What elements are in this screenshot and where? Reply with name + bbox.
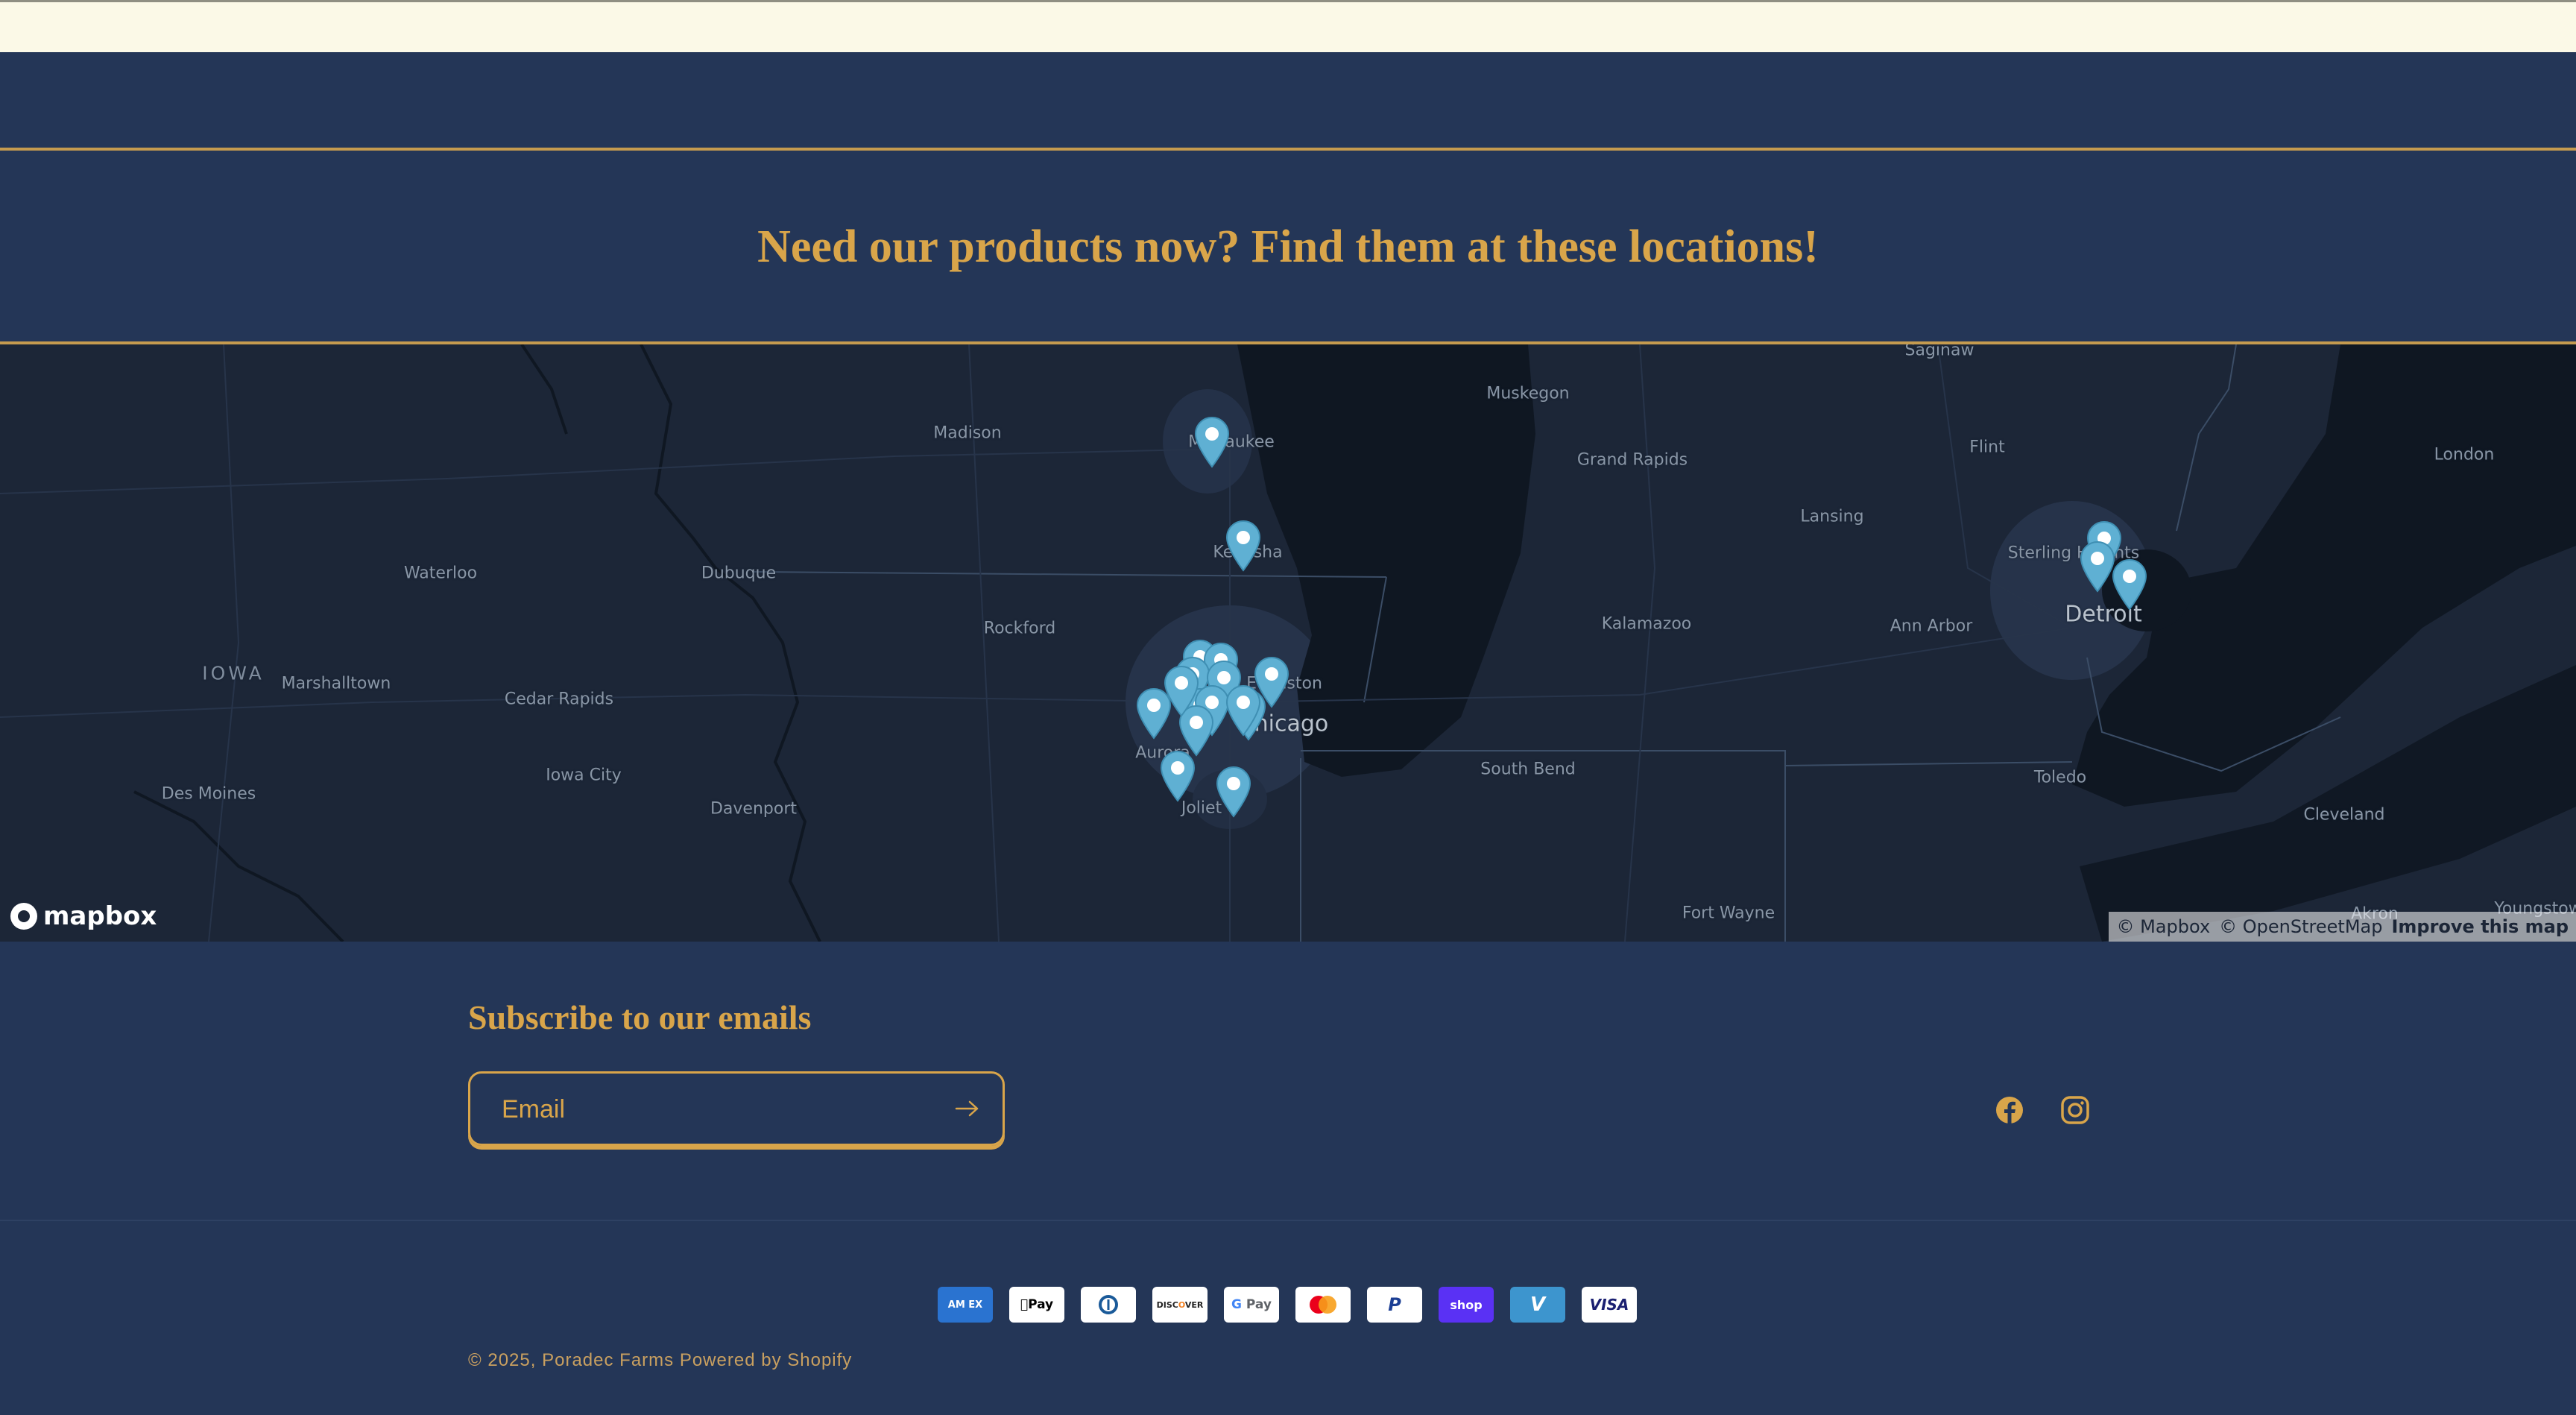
facebook-link[interactable] — [1993, 1094, 2026, 1126]
map-label: Waterloo — [403, 564, 478, 583]
mapbox-logo[interactable]: mapbox — [10, 901, 157, 931]
map-label: Flint — [1969, 438, 2005, 457]
location-pin[interactable] — [1214, 766, 1253, 818]
store-name-link[interactable]: Poradec Farms — [542, 1350, 674, 1370]
map-label: Dubuque — [701, 564, 777, 583]
map-pin-icon — [2112, 559, 2147, 611]
map-attribution: © Mapbox © OpenStreetMap Improve this ma… — [2109, 912, 2576, 942]
map-label: Des Moines — [161, 784, 256, 804]
map-label: London — [2434, 445, 2495, 464]
facebook-icon — [1996, 1097, 2023, 1124]
location-pin[interactable] — [1224, 684, 1263, 737]
map-label: Iowa City — [546, 766, 622, 785]
map-label: South Bend — [1480, 760, 1576, 779]
email-form — [468, 1071, 1005, 1146]
location-pin[interactable] — [1224, 520, 1263, 572]
map-pin-icon — [1225, 685, 1261, 737]
email-input[interactable] — [500, 1074, 921, 1145]
map-pin-icon — [1164, 666, 1199, 717]
map-pin-icon — [1160, 751, 1196, 802]
venmo-icon: V — [1510, 1287, 1565, 1323]
copyright: © 2025, Poradec Farms Powered by Shopify — [468, 1350, 853, 1370]
mastercard-icon — [1295, 1287, 1351, 1323]
map-label: Marshalltown — [281, 674, 391, 693]
instagram-icon — [2061, 1096, 2089, 1124]
google-pay-icon: G Pay — [1224, 1287, 1279, 1323]
powered-by-shopify-link[interactable]: Powered by Shopify — [680, 1350, 852, 1370]
apple-pay-icon: Pay — [1009, 1287, 1064, 1323]
subscribe-title: Subscribe to our emails — [468, 998, 812, 1036]
map-pin-icon — [1194, 417, 1230, 468]
subscribe-submit-button[interactable] — [949, 1090, 986, 1127]
map-pin-icon — [1216, 766, 1251, 818]
visa-icon: VISA — [1582, 1287, 1637, 1323]
map-label: Kalamazoo — [1601, 614, 1692, 634]
improve-map-link[interactable]: Improve this map — [2391, 916, 2569, 937]
map-label: IOWA — [202, 662, 265, 684]
map-label: Davenport — [710, 799, 798, 819]
location-pin[interactable] — [1162, 665, 1201, 717]
map-label: Cleveland — [2303, 805, 2385, 825]
payment-icons: AM EX Pay DISCOVER G Pay P shop V VISA — [938, 1287, 1637, 1323]
instagram-link[interactable] — [2059, 1094, 2092, 1126]
locations-heading: Need our products now? Find them at thes… — [757, 221, 1819, 272]
map-base — [0, 344, 2576, 942]
map-label: Ann Arbor — [1890, 617, 1973, 636]
osm-attribution-link[interactable]: © OpenStreetMap — [2219, 916, 2382, 937]
discover-icon: DISCOVER — [1152, 1287, 1208, 1323]
footer-divider — [0, 1220, 2576, 1221]
map-label: Muskegon — [1486, 384, 1570, 403]
location-pin[interactable] — [1193, 416, 1231, 468]
location-pin[interactable] — [1158, 750, 1197, 802]
map-label: Grand Rapids — [1576, 450, 1688, 470]
mapbox-icon — [10, 903, 37, 930]
announcement-bar — [0, 0, 2576, 52]
amex-icon: AM EX — [938, 1287, 993, 1323]
map-label: Fort Wayne — [1682, 904, 1775, 923]
map-label: Saginaw — [1904, 344, 1974, 360]
map-label: Cedar Rapids — [504, 690, 614, 709]
location-pin[interactable] — [2110, 558, 2149, 611]
paypal-icon: P — [1367, 1287, 1422, 1323]
shop-pay-icon: shop — [1439, 1287, 1494, 1323]
mapbox-attribution-link[interactable]: © Mapbox — [2116, 916, 2210, 937]
map-label: Rockford — [983, 619, 1056, 638]
header-band — [0, 52, 2576, 149]
map-label: Lansing — [1800, 507, 1864, 526]
map-label: Madison — [933, 423, 1002, 443]
map-label: Toledo — [2033, 768, 2087, 787]
arrow-right-icon — [955, 1100, 979, 1117]
diners-club-icon — [1081, 1287, 1136, 1323]
map-pin-icon — [1225, 520, 1261, 572]
store-locator-map[interactable]: Saginaw Muskegon Madison Milwaukee Grand… — [0, 344, 2576, 942]
